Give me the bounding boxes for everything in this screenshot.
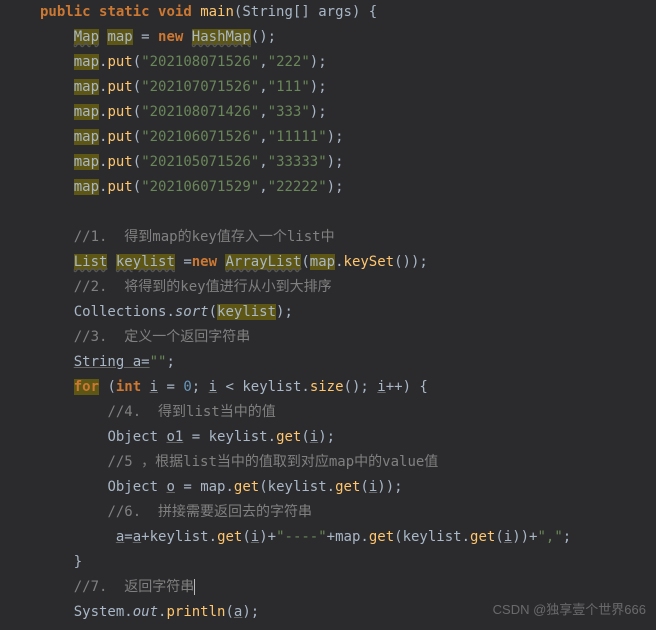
- line: map.put("202107071526","111");: [40, 79, 327, 95]
- line: map.put("202106071526","11111");: [40, 129, 344, 145]
- line: map.put("202108071426","333");: [40, 104, 327, 120]
- type-string: String: [242, 4, 293, 20]
- text-cursor: [194, 579, 195, 595]
- line: //3. 定义一个返回字符串: [40, 329, 250, 345]
- line: map.put("202105071526","33333");: [40, 154, 344, 170]
- comment: //5 ，根据list当中的值取到对应map中的value值: [107, 454, 438, 470]
- line: System.out.println(a);: [40, 604, 259, 620]
- keyword-static: static: [99, 4, 150, 20]
- line: map.put("202108071526","222");: [40, 54, 327, 70]
- method-main: main: [200, 4, 234, 20]
- line: //4. 得到list当中的值: [40, 404, 276, 420]
- keyword-void: void: [158, 4, 192, 20]
- keyword-public: public: [40, 4, 91, 20]
- line: }: [40, 554, 82, 570]
- comment: //7. 返回字符串: [74, 579, 195, 595]
- var-keylist: keylist: [116, 254, 175, 270]
- blank-line: [40, 204, 48, 220]
- code-editor[interactable]: public static void main(String[] args) {…: [0, 0, 656, 625]
- line: //2. 将得到的key值进行从小到大排序: [40, 279, 332, 295]
- comment: //3. 定义一个返回字符串: [74, 329, 251, 345]
- line: public static void main(String[] args) {: [40, 4, 377, 20]
- comment: //6. 拼接需要返回去的字符串: [107, 504, 312, 520]
- keyword-new: new: [158, 29, 183, 45]
- var-map: map: [107, 29, 132, 45]
- line: Object o = map.get(keylist.get(i));: [40, 479, 403, 495]
- type-hashmap: HashMap: [192, 29, 251, 45]
- comment: //4. 得到list当中的值: [107, 404, 275, 420]
- line: List keylist =new ArrayList(map.keySet()…: [40, 254, 428, 270]
- watermark: CSDN @独享壹个世界666: [493, 597, 646, 622]
- keyword-for: for: [74, 379, 99, 395]
- param-args: args: [318, 4, 352, 20]
- line: //1. 得到map的key值存入一个list中: [40, 229, 335, 245]
- line: //7. 返回字符串: [40, 579, 195, 595]
- type-map: Map: [74, 29, 99, 45]
- comment: //2. 将得到的key值进行从小到大排序: [74, 279, 332, 295]
- line: map.put("202106071529","22222");: [40, 179, 344, 195]
- line: a=a+keylist.get(i)+"----"+map.get(keylis…: [40, 529, 571, 545]
- keyword-int: int: [116, 379, 141, 395]
- type-list: List: [74, 254, 108, 270]
- line: String a="";: [40, 354, 175, 370]
- type-arraylist: ArrayList: [225, 254, 301, 270]
- comment: //1. 得到map的key值存入一个list中: [74, 229, 335, 245]
- keyword-new: new: [192, 254, 217, 270]
- line: Map map = new HashMap();: [40, 29, 276, 45]
- line: for (int i = 0; i < keylist.size(); i++)…: [40, 379, 428, 395]
- line: Collections.sort(keylist);: [40, 304, 293, 320]
- line: Object o1 = keylist.get(i);: [40, 429, 335, 445]
- line: //5 ，根据list当中的值取到对应map中的value值: [40, 454, 438, 470]
- line: //6. 拼接需要返回去的字符串: [40, 504, 312, 520]
